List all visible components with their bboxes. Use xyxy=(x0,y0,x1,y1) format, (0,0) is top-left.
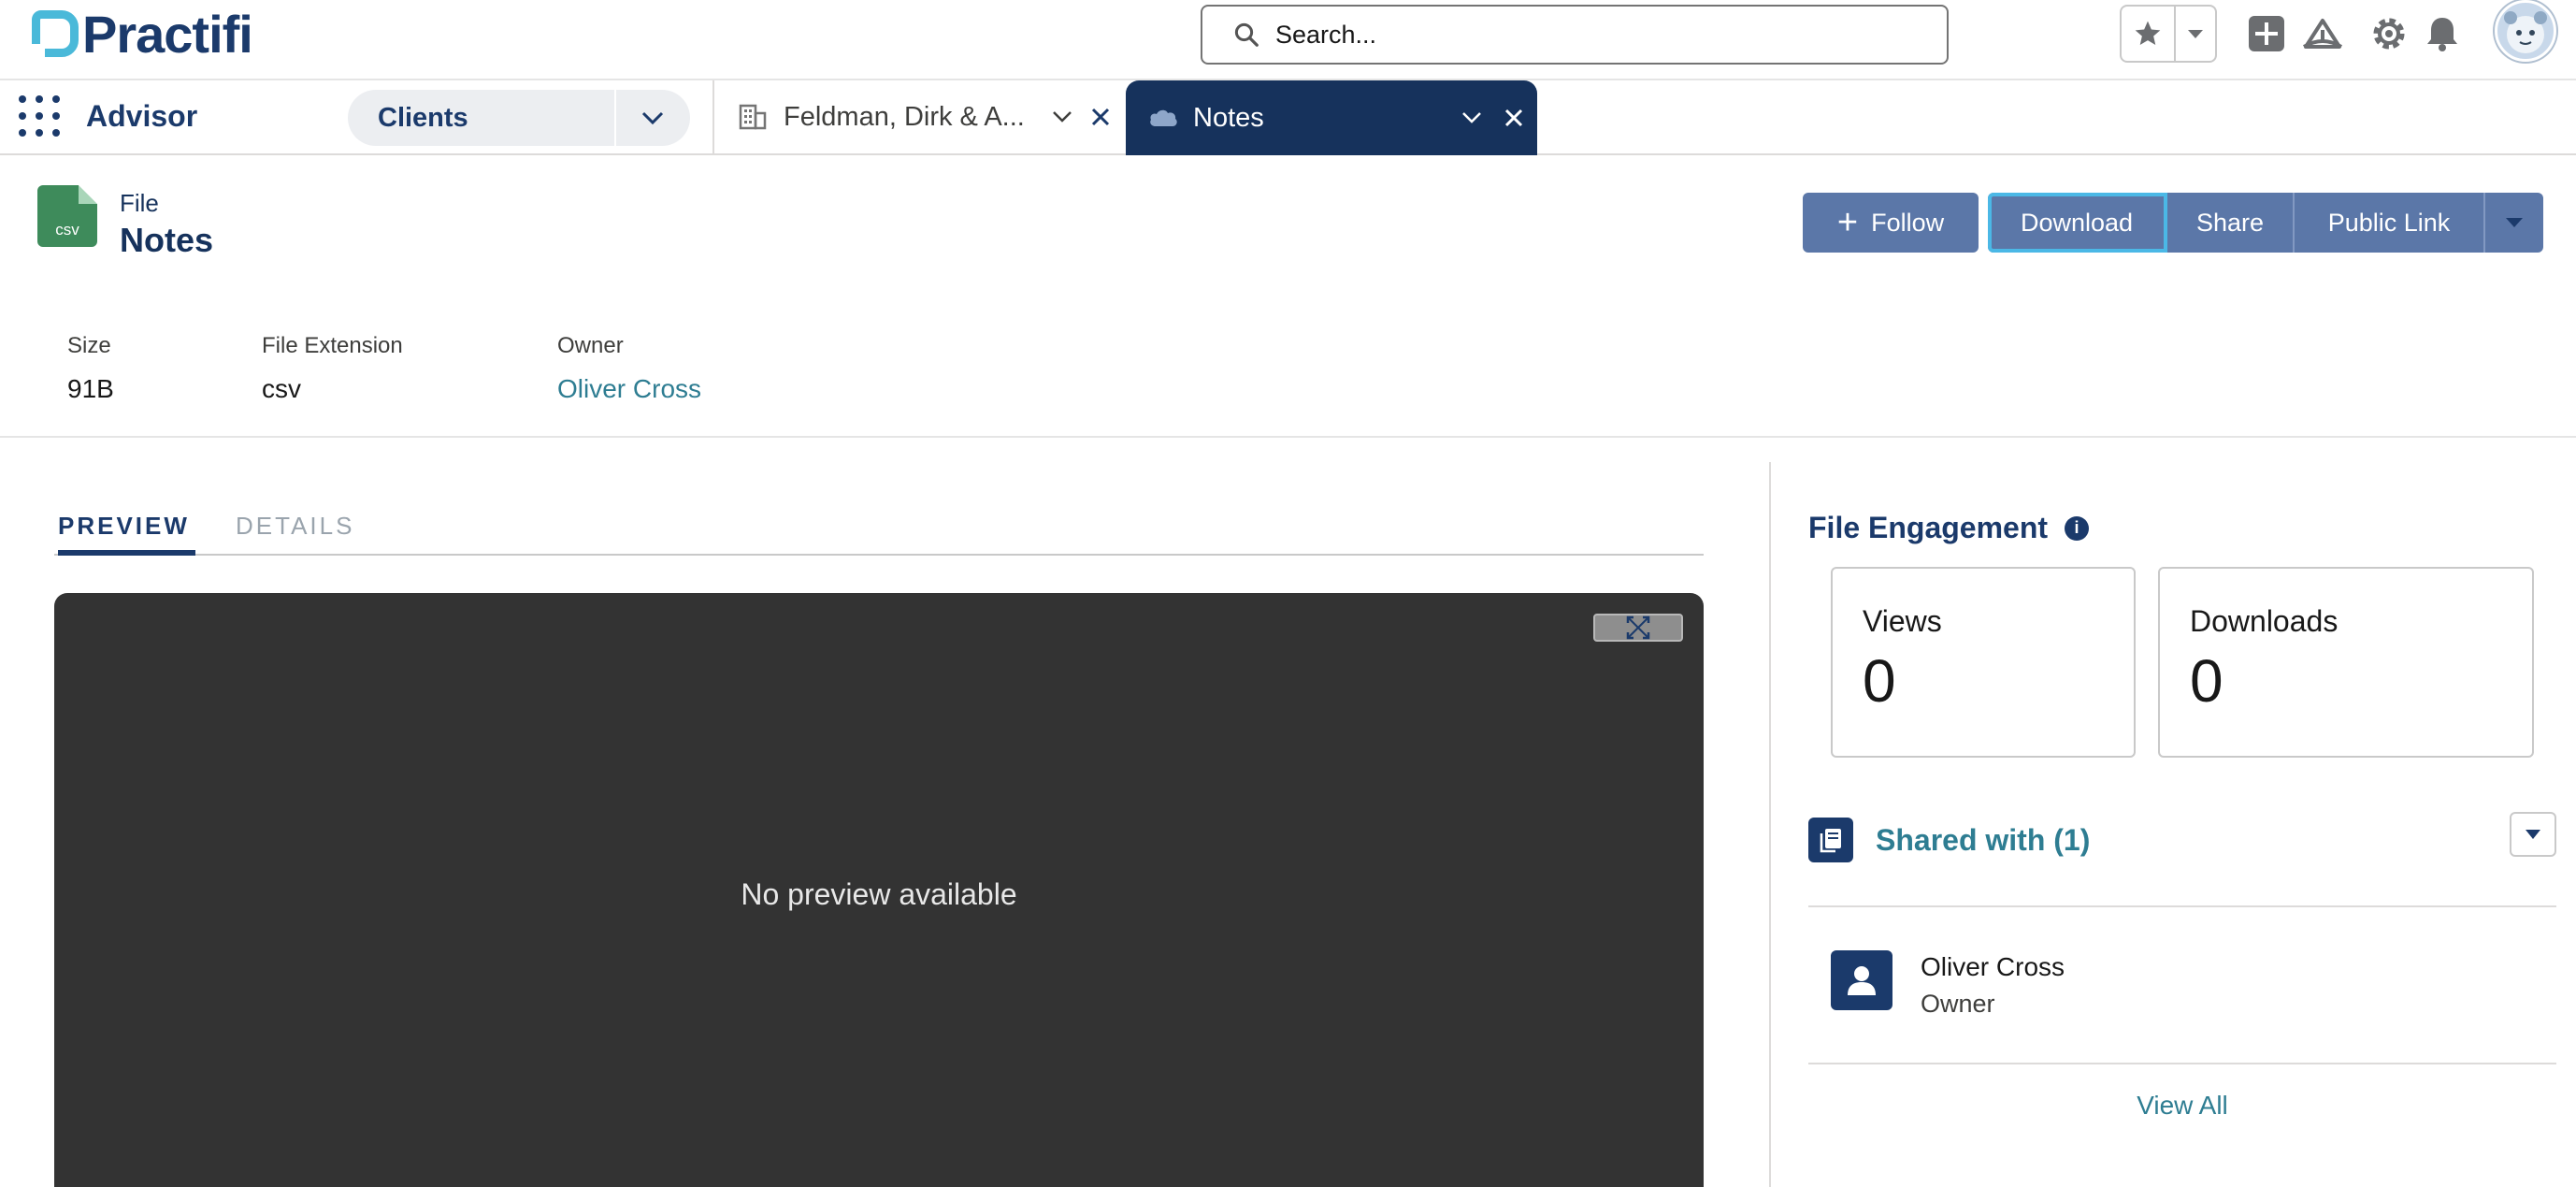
navigation-bar: Advisor Clients Feldman, Dirk & A... Not… xyxy=(0,80,2576,155)
record-type: File xyxy=(120,189,159,217)
field-label: File Extension xyxy=(262,333,403,358)
page-title: Notes xyxy=(120,221,214,259)
share-button[interactable]: Share xyxy=(2167,193,2295,253)
plus-icon xyxy=(2249,16,2284,51)
chevron-down-icon xyxy=(2526,830,2540,839)
copy-icon xyxy=(1808,818,1853,862)
content-tabs: PREVIEW DETAILS xyxy=(54,505,1704,556)
notifications-button[interactable] xyxy=(2422,13,2463,54)
close-icon[interactable] xyxy=(1090,107,1111,127)
public-link-button[interactable]: Public Link xyxy=(2295,193,2485,253)
views-label: Views xyxy=(1863,604,1942,638)
object-selector-dropdown[interactable] xyxy=(614,90,689,146)
file-engagement-header: File Engagement i xyxy=(1808,511,2090,545)
setup-button[interactable] xyxy=(2368,13,2410,54)
favorites-dropdown[interactable] xyxy=(2176,7,2215,61)
building-icon xyxy=(739,104,767,130)
main-content: PREVIEW DETAILS No preview available xyxy=(0,440,1769,1187)
avatar[interactable] xyxy=(2495,0,2556,62)
more-actions-button[interactable] xyxy=(2485,193,2543,253)
list-item: Oliver Cross Owner xyxy=(1831,950,2541,1025)
shared-with-menu-button[interactable] xyxy=(2510,812,2556,857)
chevron-down-icon xyxy=(641,111,664,125)
record-header: csv File Notes + Follow Download Share P… xyxy=(0,155,2576,438)
object-selector-label: Clients xyxy=(378,102,468,133)
owner-link[interactable]: Oliver Cross xyxy=(557,374,701,404)
view-all-link[interactable]: View All xyxy=(1808,1091,2556,1121)
info-icon[interactable]: i xyxy=(2065,515,2090,541)
trailhead-button[interactable] xyxy=(2302,13,2343,54)
chevron-down-icon xyxy=(2506,218,2523,227)
highlights-panel: Size 91B File Extension csv Owner Oliver… xyxy=(67,333,701,404)
column-divider xyxy=(1769,462,1771,1187)
file-engagement-title: File Engagement xyxy=(1808,511,2049,544)
search-input[interactable] xyxy=(1275,20,1930,50)
shared-with-header: Shared with (1) xyxy=(1808,812,2556,907)
divider xyxy=(1808,1063,2556,1064)
user-icon xyxy=(1831,950,1892,1010)
person-name[interactable]: Oliver Cross xyxy=(1921,952,2065,982)
csv-file-icon: csv xyxy=(37,185,97,247)
app-name: Advisor xyxy=(86,99,198,133)
logo-text: Practifi xyxy=(82,4,253,64)
file-preview: No preview available xyxy=(54,593,1704,1187)
download-button[interactable]: Download xyxy=(1988,193,2167,253)
tab-details[interactable]: DETAILS xyxy=(236,505,354,556)
chevron-down-icon[interactable] xyxy=(1051,109,1073,124)
tab-preview[interactable]: PREVIEW xyxy=(58,505,195,556)
follow-button[interactable]: + Follow xyxy=(1803,193,1979,253)
app-launcher-icon[interactable] xyxy=(19,95,60,137)
field-file-extension: File Extension csv xyxy=(262,333,557,404)
views-value: 0 xyxy=(1863,647,1896,715)
shared-with-title[interactable]: Shared with (1) xyxy=(1876,823,2090,858)
tab-notes[interactable]: Notes xyxy=(1126,80,1537,155)
logo-mark-icon xyxy=(32,10,79,57)
close-icon[interactable] xyxy=(1504,108,1524,128)
star-icon xyxy=(2135,21,2161,45)
downloads-card: Downloads 0 xyxy=(2158,567,2534,758)
chevron-down-icon[interactable] xyxy=(1461,110,1483,125)
downloads-value: 0 xyxy=(2190,647,2223,715)
search-icon xyxy=(1234,22,1259,47)
field-value: 91B xyxy=(67,374,114,403)
gear-icon xyxy=(2373,18,2405,50)
downloads-label: Downloads xyxy=(2190,604,2339,638)
field-owner: Owner Oliver Cross xyxy=(557,333,701,404)
favorites-group xyxy=(2120,5,2217,63)
object-selector[interactable]: Clients xyxy=(348,90,690,146)
record-actions: + Follow Download Share Public Link xyxy=(1803,193,2543,253)
global-actions-button[interactable] xyxy=(2246,13,2287,54)
expand-preview-button[interactable] xyxy=(1593,614,1683,642)
tab-feldman[interactable]: Feldman, Dirk & A... xyxy=(712,80,1126,153)
field-label: Size xyxy=(67,333,111,358)
tab-notes-label: Notes xyxy=(1193,102,1264,133)
trailhead-icon xyxy=(2302,19,2343,49)
person-role: Owner xyxy=(1921,990,1995,1018)
global-search[interactable] xyxy=(1201,5,1949,65)
tab-feldman-label: Feldman, Dirk & A... xyxy=(784,101,1025,132)
plus-icon: + xyxy=(1836,203,1859,242)
chevron-down-icon xyxy=(2188,30,2203,38)
user-avatar-icon xyxy=(2504,11,2547,53)
follow-label: Follow xyxy=(1871,208,1945,237)
no-preview-message: No preview available xyxy=(741,877,1017,911)
field-value: csv xyxy=(262,374,301,403)
field-size: Size 91B xyxy=(67,333,262,404)
favorites-button[interactable] xyxy=(2122,7,2176,61)
bell-icon xyxy=(2427,18,2457,51)
cloud-icon xyxy=(1150,109,1177,126)
global-header: Practifi xyxy=(0,0,2576,80)
field-label: Owner xyxy=(557,333,624,358)
file-icon-extension: csv xyxy=(55,221,79,239)
views-card: Views 0 xyxy=(1831,567,2136,758)
practifi-logo[interactable]: Practifi xyxy=(32,5,253,64)
expand-icon xyxy=(1626,615,1650,640)
